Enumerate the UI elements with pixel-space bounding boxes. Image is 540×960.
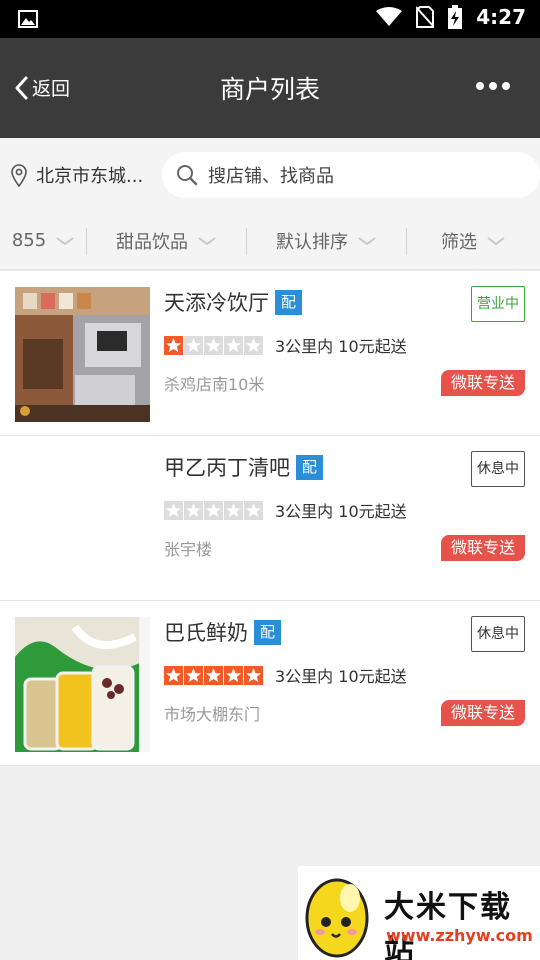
more-options-button[interactable] — [476, 82, 510, 90]
shop-address: 杀鸡店南10米 — [164, 375, 265, 394]
shop-name: 天添冷饮厅 — [164, 291, 269, 315]
status-badge: 营业中 — [471, 286, 525, 322]
delivery-badge: 配 — [254, 619, 281, 645]
watermark: 大米下载站 www.zzhyw.com — [298, 866, 540, 960]
delivery-badge: 配 — [275, 289, 302, 315]
location-text: 北京市东城... — [36, 166, 144, 187]
star-empty-icon — [164, 500, 183, 520]
no-sim-icon — [416, 6, 435, 28]
star-rating — [164, 335, 263, 355]
status-bar: 4:27 — [0, 0, 540, 38]
shop-name: 巴氏鲜奶 — [164, 621, 248, 645]
dot-icon — [502, 82, 510, 90]
filter-category[interactable]: 甜品饮品 — [86, 212, 246, 270]
shop-list-item[interactable]: 甲乙丙丁清吧 配 休息中 3公里内 10元起送 张宇楼 微联专送 — [0, 436, 540, 601]
star-empty-icon — [204, 500, 223, 520]
star-empty-icon — [204, 335, 223, 355]
star-filled-icon — [204, 665, 223, 685]
shop-photo — [15, 452, 150, 587]
shop-name-row: 天添冷饮厅 配 — [164, 287, 302, 317]
shop-list-item[interactable]: 天添冷饮厅 配 营业中 3公里内 10元起送 杀鸡店南10米 微联专送 — [0, 271, 540, 436]
star-empty-icon — [244, 500, 263, 520]
star-filled-icon — [224, 665, 243, 685]
star-empty-icon — [184, 500, 203, 520]
delivery-info: 3公里内 10元起送 — [275, 502, 407, 521]
shop-name: 甲乙丙丁清吧 — [164, 456, 290, 480]
rating-row: 3公里内 10元起送 — [164, 663, 407, 687]
location-pin-icon — [11, 164, 27, 187]
search-row: 北京市东城... 搜店铺、找商品 — [0, 138, 540, 212]
status-badge: 休息中 — [471, 616, 525, 652]
filter-label: 默认排序 — [276, 231, 348, 253]
delivery-info: 3公里内 10元起送 — [275, 667, 407, 686]
star-empty-icon — [224, 335, 243, 355]
location-selector[interactable]: 北京市东城... — [10, 162, 143, 188]
shop-photo — [15, 287, 150, 422]
clock: 4:27 — [476, 5, 526, 29]
filter-screen[interactable]: 筛选 — [406, 212, 540, 270]
star-filled-icon — [164, 665, 183, 685]
chevron-down-icon — [56, 236, 74, 245]
star-filled-icon — [244, 665, 263, 685]
gallery-icon — [18, 10, 38, 28]
filter-label: 筛选 — [441, 231, 477, 253]
star-rating — [164, 500, 263, 520]
filter-label: 855 — [11, 230, 47, 251]
delivery-tag: 微联专送 — [440, 535, 525, 561]
delivery-tag: 微联专送 — [440, 700, 525, 726]
shop-address: 张宇楼 — [164, 540, 213, 559]
star-rating — [164, 665, 263, 685]
rating-row: 3公里内 10元起送 — [164, 498, 407, 522]
delivery-info: 3公里内 10元起送 — [275, 337, 407, 356]
status-badge: 休息中 — [471, 451, 525, 487]
battery-charging-icon — [448, 5, 463, 29]
watermark-url: www.zzhyw.com — [386, 926, 533, 945]
watermark-title: 大米下载站 — [384, 890, 512, 960]
chevron-down-icon — [358, 236, 376, 245]
shop-address: 市场大棚东门 — [164, 705, 261, 724]
mascot-logo — [305, 878, 369, 958]
dot-icon — [476, 82, 484, 90]
delivery-tag: 微联专送 — [440, 370, 525, 396]
shop-list: 天添冷饮厅 配 营业中 3公里内 10元起送 杀鸡店南10米 微联专送 甲乙丙丁… — [0, 271, 540, 766]
star-empty-icon — [184, 335, 203, 355]
star-filled-icon — [184, 665, 203, 685]
star-empty-icon — [244, 335, 263, 355]
filter-label: 甜品饮品 — [116, 231, 188, 253]
shop-name-row: 巴氏鲜奶 配 — [164, 617, 281, 647]
star-empty-icon — [224, 500, 243, 520]
search-input[interactable]: 搜店铺、找商品 — [162, 152, 540, 198]
filter-sort[interactable]: 默认排序 — [246, 212, 406, 270]
shop-photo — [15, 617, 150, 752]
dot-icon — [489, 82, 497, 90]
search-placeholder: 搜店铺、找商品 — [208, 166, 334, 187]
chevron-down-icon — [487, 236, 505, 245]
wifi-icon — [376, 7, 403, 26]
shop-name-row: 甲乙丙丁清吧 配 — [164, 452, 323, 482]
delivery-badge: 配 — [296, 454, 323, 480]
star-filled-icon — [164, 335, 183, 355]
app-header: 返回 商户列表 — [0, 38, 540, 138]
rating-row: 3公里内 10元起送 — [164, 333, 407, 357]
page-title: 商户列表 — [219, 75, 320, 104]
filter-distance[interactable]: 855 — [0, 212, 86, 270]
search-icon — [177, 165, 198, 186]
filter-bar: 855 甜品饮品 默认排序 筛选 — [0, 212, 540, 270]
shop-list-item[interactable]: 巴氏鲜奶 配 休息中 3公里内 10元起送 市场大棚东门 微联专送 — [0, 601, 540, 766]
chevron-down-icon — [198, 236, 216, 245]
